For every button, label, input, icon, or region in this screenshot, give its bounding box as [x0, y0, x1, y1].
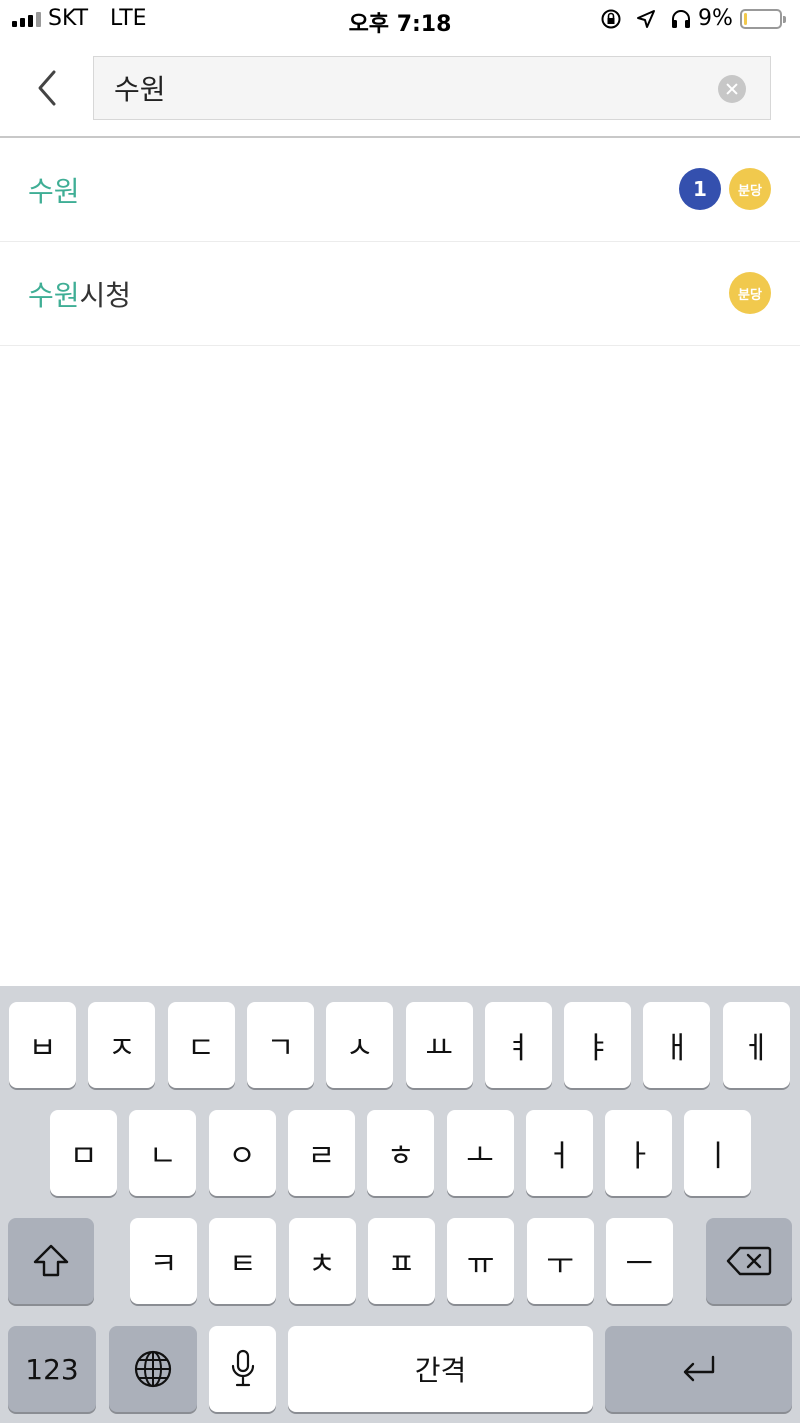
- orientation-lock-icon: [601, 9, 621, 29]
- chevron-left-icon[interactable]: [28, 68, 68, 108]
- status-bar: SKT LTE 오후 7:18 9%: [0, 0, 800, 40]
- key-label: ㅏ: [624, 1139, 653, 1174]
- korean-keyboard: ㅂ ㅈ ㄷ ㄱ ㅅ ㅛ ㅕ ㅑ ㅐ ㅔ ㅁ ㄴ ㅇ ㄹ ㅎ ㅗ ㅓ ㅏ ㅣ ㅋ ㅌ ㅊ ㅍ ㅠ ㅜ ㅡ 123 간격: [0, 986, 800, 1423]
- result-highlight: 수원: [28, 279, 80, 312]
- key-label: ㅌ: [228, 1247, 257, 1282]
- key-label: ㅗ: [466, 1139, 494, 1174]
- key[interactable]: ㅎ: [367, 1110, 435, 1196]
- key-label: ㅡ: [625, 1247, 654, 1282]
- line-1-badge: 1: [679, 168, 721, 210]
- key[interactable]: ㅇ: [208, 1110, 276, 1196]
- key[interactable]: ㅣ: [684, 1110, 752, 1196]
- line-badges: 1 분당: [679, 168, 771, 210]
- delete-icon: [726, 1246, 772, 1276]
- key-label: ㅊ: [308, 1247, 336, 1282]
- globe-icon: [134, 1350, 172, 1388]
- key-label: ㅠ: [466, 1247, 495, 1282]
- space-key[interactable]: 간격: [288, 1326, 593, 1412]
- key[interactable]: ㅔ: [722, 1002, 790, 1088]
- key[interactable]: ㅋ: [130, 1218, 197, 1304]
- key[interactable]: ㄷ: [167, 1002, 235, 1088]
- headphones-icon: [672, 10, 690, 28]
- key-label: ㅇ: [228, 1139, 256, 1174]
- keyboard-row-3: ㅋㅌㅊㅍㅠㅜㅡ: [0, 1218, 800, 1304]
- result-row[interactable]: 수원 1 분당: [0, 138, 800, 242]
- key[interactable]: ㅌ: [209, 1218, 277, 1304]
- key-label: ㄷ: [187, 1031, 215, 1066]
- key-label: ㅍ: [387, 1247, 416, 1282]
- microphone-icon: [231, 1349, 254, 1387]
- key-label: ㄴ: [148, 1139, 177, 1174]
- key[interactable]: ㅡ: [605, 1218, 673, 1304]
- bundang-line-badge: 분당: [729, 168, 771, 210]
- status-icons: [600, 8, 692, 30]
- space-key-label: 간격: [414, 1354, 467, 1387]
- key-label: ㅂ: [28, 1031, 57, 1066]
- result-label: 수원: [28, 170, 80, 210]
- location-arrow-icon: [637, 10, 655, 28]
- battery-percent: 9%: [698, 6, 733, 31]
- key[interactable]: ㅂ: [9, 1002, 76, 1088]
- key-label: ㅁ: [69, 1139, 98, 1174]
- key[interactable]: ㄹ: [287, 1110, 355, 1196]
- key-label: ㅜ: [546, 1247, 574, 1282]
- key[interactable]: ㅓ: [525, 1110, 593, 1196]
- key[interactable]: ㅜ: [526, 1218, 594, 1304]
- key-label: ㅅ: [345, 1031, 374, 1066]
- key[interactable]: ㅊ: [288, 1218, 356, 1304]
- line-badges: 분당: [729, 272, 771, 314]
- key[interactable]: ㅈ: [88, 1002, 156, 1088]
- search-box: [93, 56, 771, 120]
- microphone-key[interactable]: [209, 1326, 276, 1412]
- key[interactable]: ㅛ: [405, 1002, 473, 1088]
- shift-icon: [33, 1244, 69, 1277]
- globe-key[interactable]: [109, 1326, 197, 1412]
- result-label: 수원시청: [28, 274, 131, 314]
- clear-circle-icon[interactable]: [718, 75, 746, 103]
- keyboard-row-1: ㅂㅈㄷㄱㅅㅛㅕㅑㅐㅔ: [0, 1002, 800, 1088]
- key-label: ㄱ: [266, 1031, 295, 1066]
- key[interactable]: ㅅ: [326, 1002, 394, 1088]
- numbers-key-label: 123: [25, 1352, 79, 1386]
- key[interactable]: ㅏ: [605, 1110, 673, 1196]
- battery-icon: [740, 9, 786, 29]
- key[interactable]: ㅁ: [50, 1110, 117, 1196]
- result-rest: 시청: [79, 279, 132, 312]
- key-label: ㅔ: [742, 1031, 770, 1066]
- search-results: 수원 1 분당 수원시청 분당: [0, 138, 800, 346]
- key[interactable]: ㅗ: [446, 1110, 514, 1196]
- search-header: [0, 40, 800, 138]
- return-icon: [683, 1355, 714, 1382]
- key[interactable]: ㅍ: [367, 1218, 435, 1304]
- battery-fill: [744, 13, 747, 25]
- key-label: ㅛ: [425, 1031, 453, 1066]
- return-key[interactable]: [605, 1326, 792, 1412]
- key[interactable]: ㅐ: [643, 1002, 711, 1088]
- search-input[interactable]: [114, 57, 694, 119]
- key-label: ㅣ: [704, 1139, 732, 1174]
- key[interactable]: ㅑ: [564, 1002, 632, 1088]
- key-label: ㅓ: [545, 1139, 574, 1174]
- numbers-key[interactable]: 123: [8, 1326, 96, 1412]
- key-label: ㅕ: [504, 1031, 533, 1066]
- key[interactable]: ㅠ: [447, 1218, 515, 1304]
- key-label: ㅐ: [663, 1031, 691, 1066]
- keyboard-row-4: 123 간격: [0, 1326, 800, 1412]
- key[interactable]: ㄴ: [129, 1110, 197, 1196]
- key[interactable]: ㅕ: [484, 1002, 552, 1088]
- key-label: ㅋ: [149, 1247, 178, 1282]
- key-label: ㅈ: [107, 1031, 136, 1066]
- keyboard-row-2: ㅁㄴㅇㄹㅎㅗㅓㅏㅣ: [0, 1110, 800, 1196]
- delete-key[interactable]: [706, 1218, 792, 1304]
- result-row[interactable]: 수원시청 분당: [0, 242, 800, 346]
- key[interactable]: ㄱ: [246, 1002, 314, 1088]
- key-label: ㅑ: [583, 1031, 612, 1066]
- bundang-line-badge: 분당: [729, 272, 771, 314]
- result-highlight: 수원: [28, 175, 80, 208]
- key-label: ㄹ: [307, 1139, 336, 1174]
- key-label: ㅎ: [386, 1139, 415, 1174]
- shift-key[interactable]: [8, 1218, 94, 1304]
